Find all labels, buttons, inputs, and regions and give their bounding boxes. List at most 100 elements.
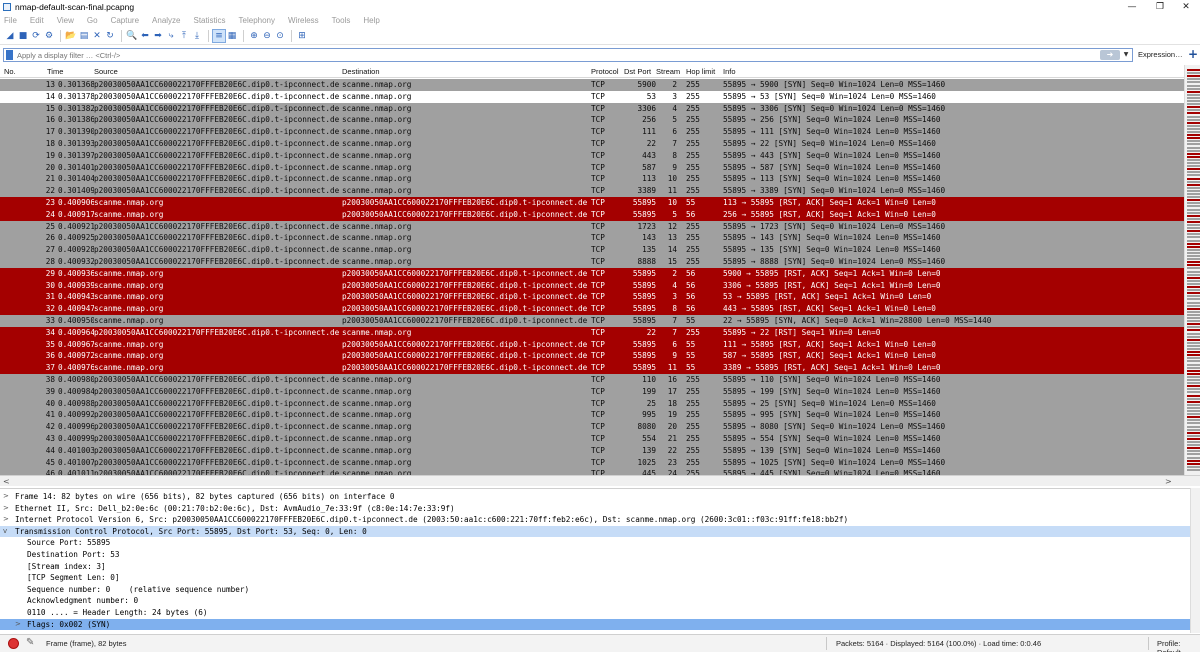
menu-help[interactable]: Help (363, 16, 379, 25)
menu-wireless[interactable]: Wireless (288, 16, 319, 25)
packet-row[interactable]: 21 0.301404 p20030050AA1CC600022170FFFEB20… (0, 173, 1184, 186)
detail-tree-item[interactable]: [TCP Segment Len: 0] (0, 572, 1190, 584)
packet-row[interactable]: 24 0.400917 scanme.nmap.org p20030050AA1CC6… (0, 208, 1184, 221)
detail-tree-item[interactable]: > Frame 14: 82 bytes on wire (656 bits), … (0, 491, 1190, 503)
zoom-out-icon[interactable]: ⊖ (261, 30, 273, 42)
packet-row[interactable]: 28 0.400932 p20030050AA1CC600022170FFFEB20… (0, 256, 1184, 268)
go-to-icon[interactable]: ⤷ (165, 30, 177, 42)
detail-tree-item[interactable]: Acknowledgment number: 0 (0, 595, 1190, 607)
stop-icon[interactable]: ■ (17, 30, 29, 42)
packet-row[interactable]: 42 0.400996 p20030050AA1CC600022170FFFEB20… (0, 421, 1184, 433)
column-header-stream[interactable]: Stream (656, 67, 680, 76)
find-icon[interactable]: 🔍 (126, 30, 138, 42)
apply-filter-button[interactable]: ➜ (1100, 50, 1120, 60)
add-filter-button[interactable]: + (1188, 47, 1198, 61)
expression-button[interactable]: Expression… (1138, 50, 1183, 59)
packet-row[interactable]: 19 0.301397 p20030050AA1CC600022170FFFEB20… (0, 149, 1184, 162)
detail-tree-item[interactable]: Source Port: 55895 (0, 537, 1190, 549)
collapsed-chevron-icon[interactable]: > (3, 514, 9, 526)
close-window-button[interactable]: ✕ (1172, 0, 1200, 14)
save-icon[interactable]: ▤ (78, 30, 90, 42)
packet-row[interactable]: 32 0.400947 scanme.nmap.org p20030050AA1CC6… (0, 303, 1184, 315)
packet-row[interactable]: 20 0.301401 p20030050AA1CC600022170FFFEB20… (0, 161, 1184, 174)
detail-tree-item[interactable]: > Ethernet II, Src: Dell_b2:0e:6c (00:21:… (0, 503, 1190, 515)
packet-row[interactable]: 17 0.301390 p20030050AA1CC600022170FFFEB20… (0, 126, 1184, 138)
expanded-chevron-icon[interactable]: v (3, 526, 7, 538)
shark-fin-icon[interactable]: ◢ (4, 30, 16, 42)
menu-tools[interactable]: Tools (332, 16, 351, 25)
packet-row[interactable]: 46 0.401011 p20030050AA1CC600022170FFFEB20… (0, 468, 1184, 475)
forward-icon[interactable]: ➡ (152, 30, 164, 42)
status-profile[interactable]: Profile: Default (1157, 639, 1200, 652)
packet-row[interactable]: 23 0.400906 scanme.nmap.org p20030050AA1CC6… (0, 197, 1184, 209)
detail-tree-item[interactable]: Sequence number: 0 (relative sequence nu… (0, 584, 1190, 596)
collapsed-chevron-icon[interactable]: > (3, 503, 9, 515)
packet-row[interactable]: 14 0.301378 p20030050AA1CC600022170FFFEB20… (0, 90, 1184, 103)
edit-comment-icon[interactable]: ✎ (26, 637, 34, 648)
packet-row[interactable]: 18 0.301393 p20030050AA1CC600022170FFFEB20… (0, 138, 1184, 150)
menu-file[interactable]: File (4, 16, 17, 25)
menu-statistics[interactable]: Statistics (194, 16, 226, 25)
packet-row[interactable]: 27 0.400928 p20030050AA1CC600022170FFFEB20… (0, 244, 1184, 256)
menu-edit[interactable]: Edit (30, 16, 44, 25)
scroll-left-icon[interactable]: < (3, 476, 10, 487)
menu-analyze[interactable]: Analyze (152, 16, 180, 25)
column-header-no[interactable]: No. (4, 67, 16, 76)
close-file-icon[interactable]: ✕ (91, 30, 103, 42)
packet-list-horizontal-scrollbar[interactable]: < > (0, 475, 1200, 486)
packet-row[interactable]: 29 0.400936 scanme.nmap.org p20030050AA1CC6… (0, 267, 1184, 280)
column-header-destination[interactable]: Destination (342, 67, 380, 76)
expert-info-icon[interactable] (8, 638, 19, 649)
restart-icon[interactable]: ⟳ (30, 30, 42, 42)
colorize-icon[interactable]: ▦ (226, 30, 238, 42)
detail-tree-item[interactable]: [Stream index: 3] (0, 561, 1190, 573)
packet-row[interactable]: 33 0.400950 scanme.nmap.org p20030050AA1CC6… (0, 315, 1184, 327)
zoom-in-icon[interactable]: ⊕ (248, 30, 260, 42)
options-icon[interactable]: ⚙ (43, 30, 55, 42)
packet-row[interactable]: 13 0.301368 p20030050AA1CC600022170FFFEB20… (0, 79, 1184, 91)
scroll-right-icon[interactable]: > (1165, 476, 1172, 487)
collapsed-chevron-icon[interactable]: > (3, 491, 9, 503)
menu-view[interactable]: View (57, 16, 74, 25)
minimize-button[interactable]: — (1118, 0, 1146, 14)
menu-telephony[interactable]: Telephony (239, 16, 275, 25)
packet-row[interactable]: 35 0.400967 scanme.nmap.org p20030050AA1CC6… (0, 338, 1184, 351)
packet-row[interactable]: 38 0.400980 p20030050AA1CC600022170FFFEB20… (0, 374, 1184, 386)
filter-history-dropdown-icon[interactable]: ▼ (1121, 50, 1131, 60)
packet-row[interactable]: 41 0.400992 p20030050AA1CC600022170FFFEB20… (0, 409, 1184, 422)
collapsed-chevron-icon[interactable]: > (15, 619, 21, 631)
packet-row[interactable]: 31 0.400943 scanme.nmap.org p20030050AA1CC6… (0, 291, 1184, 304)
column-header-info[interactable]: Info (723, 67, 736, 76)
packet-row[interactable]: 15 0.301382 p20030050AA1CC600022170FFFEB20… (0, 102, 1184, 115)
packet-row[interactable]: 43 0.400999 p20030050AA1CC600022170FFFEB20… (0, 433, 1184, 445)
packet-row[interactable]: 40 0.400988 p20030050AA1CC600022170FFFEB20… (0, 397, 1184, 410)
details-scrollbar[interactable] (1190, 488, 1200, 633)
packet-row[interactable]: 45 0.401007 p20030050AA1CC600022170FFFEB20… (0, 456, 1184, 469)
packet-row[interactable]: 26 0.400925 p20030050AA1CC600022170FFFEB20… (0, 232, 1184, 245)
detail-tree-item[interactable]: v Transmission Control Protocol, Src Port… (0, 525, 1190, 538)
packet-row[interactable]: 39 0.400984 p20030050AA1CC600022170FFFEB20… (0, 385, 1184, 398)
detail-tree-item[interactable]: > Internet Protocol Version 6, Src: p2003… (0, 514, 1190, 526)
open-icon[interactable]: 📂 (65, 30, 77, 42)
column-header-protocol[interactable]: Protocol (591, 67, 619, 76)
packet-row[interactable]: 44 0.401003 p20030050AA1CC600022170FFFEB20… (0, 444, 1184, 457)
menu-capture[interactable]: Capture (111, 16, 139, 25)
column-header-hop-limit[interactable]: Hop limit (686, 67, 715, 76)
menu-go[interactable]: Go (87, 16, 98, 25)
detail-tree-item[interactable]: Destination Port: 53 (0, 549, 1190, 561)
packet-row[interactable]: 25 0.400921 p20030050AA1CC600022170FFFEB20… (0, 220, 1184, 233)
autoscroll-icon[interactable]: ≡ (212, 28, 226, 43)
last-icon[interactable]: ⤓ (191, 30, 203, 42)
packet-row[interactable]: 34 0.400964 p20030050AA1CC600022170FFFEB20… (0, 326, 1184, 339)
bookmark-icon[interactable] (6, 50, 13, 60)
first-icon[interactable]: ⤒ (178, 30, 190, 42)
reload-icon[interactable]: ↻ (104, 30, 116, 42)
column-header-time[interactable]: Time (47, 67, 63, 76)
packet-row[interactable]: 30 0.400939 scanme.nmap.org p20030050AA1CC6… (0, 279, 1184, 292)
packet-list-minimap-scrollbar[interactable] (1184, 65, 1200, 475)
packet-row[interactable]: 37 0.400976 scanme.nmap.org p20030050AA1CC6… (0, 362, 1184, 374)
detail-tree-item[interactable]: 0110 .... = Header Length: 24 bytes (6) (0, 607, 1190, 619)
detail-tree-item[interactable]: > Flags: 0x002 (SYN) (0, 618, 1190, 631)
restore-button[interactable]: ❐ (1146, 0, 1174, 14)
display-filter-input[interactable] (17, 50, 1077, 60)
